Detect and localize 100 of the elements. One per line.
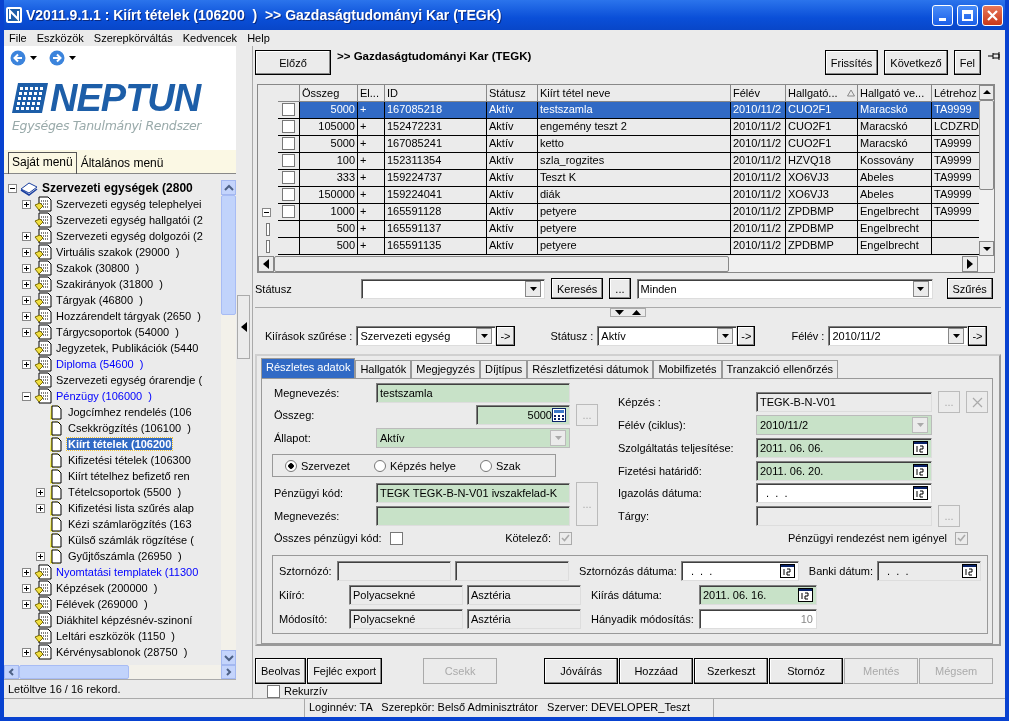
toolbar-button[interactable]: Frissítés: [824, 50, 879, 75]
tree-item[interactable]: Nyomtatási templatek (11300: [55, 566, 200, 578]
tree-item[interactable]: Kérvénysablonok (28750 ): [55, 646, 189, 658]
expand-icon[interactable]: [22, 279, 31, 289]
search-button[interactable]: Keresés: [551, 278, 604, 300]
tree-item[interactable]: Pénzügy (106000 ): [55, 390, 153, 402]
action-button[interactable]: Beolvas: [255, 658, 307, 685]
close-button[interactable]: [982, 4, 1003, 26]
checkbox[interactable]: [282, 205, 295, 219]
toolbar-button[interactable]: Fel: [953, 50, 981, 75]
scrollbar[interactable]: [4, 665, 236, 679]
expand-icon[interactable]: [22, 311, 31, 321]
expand-icon[interactable]: [36, 487, 45, 497]
collapse-icon[interactable]: [262, 207, 271, 217]
dropdown-field[interactable]: [361, 278, 545, 299]
tab[interactable]: Saját menü: [8, 152, 77, 174]
checkbox[interactable]: [282, 188, 295, 202]
tab[interactable]: Részletes adatok: [261, 358, 356, 379]
tree-item[interactable]: Diákhitel képzésnév-szinoní: [55, 614, 194, 626]
expand-icon[interactable]: [36, 503, 45, 513]
checkbox[interactable]: [282, 171, 295, 185]
tree-item[interactable]: Leltári eszközök (1150 ): [55, 630, 177, 642]
forward-button[interactable]: [49, 50, 76, 66]
column-header[interactable]: ID: [385, 84, 487, 102]
radio-button[interactable]: [373, 459, 386, 472]
checkbox[interactable]: [282, 154, 295, 168]
column-header[interactable]: Félév: [731, 84, 786, 102]
tree-item[interactable]: Virtuális szakok (29000 ): [55, 246, 181, 258]
expand-icon[interactable]: [22, 647, 31, 657]
tree-item[interactable]: Szervezeti egység hallgatói (2: [55, 214, 204, 226]
amount-field[interactable]: 5000: [476, 405, 570, 426]
scrollbar-thumb[interactable]: [274, 256, 729, 272]
action-button[interactable]: Hozzáad: [619, 658, 694, 685]
expand-icon[interactable]: [22, 567, 31, 577]
tree-item[interactable]: Szakok (30800 ): [55, 262, 141, 274]
dropdown-field[interactable]: Minden: [636, 278, 933, 299]
tree-item[interactable]: Tételcsoportok (5500 ): [67, 486, 183, 498]
tree-item[interactable]: Tárgycsoportok (54000 ): [55, 326, 180, 338]
tree-item[interactable]: Szervezeti egység dolgozói (2: [55, 230, 204, 242]
input-field[interactable]: 10: [699, 608, 817, 629]
dropdown-field[interactable]: Szervezeti egység: [356, 326, 497, 347]
checkbox[interactable]: [267, 684, 280, 698]
action-button[interactable]: Stornóz: [769, 658, 844, 685]
dropdown-button[interactable]: [912, 280, 929, 297]
action-button[interactable]: Szerkeszt: [694, 658, 769, 685]
apply-button[interactable]: ->: [968, 326, 987, 347]
tree-item[interactable]: Szervezeti egységek (2800: [41, 181, 194, 195]
checkbox[interactable]: [282, 137, 295, 151]
dropdown-field[interactable]: 2010/11/2: [828, 326, 969, 347]
browse-button[interactable]: ...: [609, 278, 631, 300]
tree-item[interactable]: Kézi számlarögzítés (163: [67, 518, 193, 530]
date-field[interactable]: . . .: [680, 560, 799, 581]
minimize-button[interactable]: [932, 4, 953, 26]
column-header[interactable]: El...: [358, 84, 385, 102]
tab[interactable]: Tranzakció ellenőrzés: [721, 360, 839, 379]
tab[interactable]: Hallgatók: [355, 360, 412, 379]
tree-item[interactable]: Csekkrögzítés (106100 ): [67, 422, 192, 434]
dropdown-button[interactable]: [525, 280, 541, 297]
tree-item[interactable]: Jogcímhez rendelés (106: [67, 406, 193, 418]
column-header[interactable]: Hallgató ve...: [858, 84, 932, 102]
tab[interactable]: Megjegyzés: [411, 360, 480, 379]
splitter-handle[interactable]: [610, 307, 646, 317]
expand-icon[interactable]: [22, 263, 31, 273]
tree-item[interactable]: Kiírt tételhez befizető ren: [67, 470, 191, 482]
expand-icon[interactable]: [22, 599, 31, 609]
tree-item[interactable]: Szervezeti egység telephelyei: [55, 198, 203, 210]
menu-item[interactable]: File: [4, 32, 32, 44]
action-button[interactable]: Fejléc export: [307, 658, 383, 685]
tree-item[interactable]: Kifizetési tételek (106300: [67, 454, 192, 466]
collapse-panel-button[interactable]: [237, 295, 250, 359]
scrollbar-thumb[interactable]: [19, 665, 129, 679]
tab[interactable]: Díjtípus: [479, 360, 528, 379]
tab[interactable]: Részletfizetési dátumok: [527, 360, 654, 379]
menu-item[interactable]: Eszközök: [31, 32, 89, 44]
date-field[interactable]: 2011. 06. 16.: [699, 584, 817, 605]
tree-item[interactable]: Kifizetési lista szűrés alap: [67, 502, 195, 514]
tree-item[interactable]: Kiírt tételek (106200: [67, 438, 173, 450]
tree-item[interactable]: Diploma (54600 ): [55, 358, 145, 370]
radio-button[interactable]: [285, 459, 297, 472]
checkbox[interactable]: [389, 531, 403, 545]
column-header[interactable]: Státusz: [487, 84, 538, 102]
checkbox[interactable]: [282, 103, 295, 117]
tree-item[interactable]: Jegyzetek, Publikációk (5440: [55, 342, 200, 354]
tree-item[interactable]: Félévek (269000 ): [55, 598, 149, 610]
filter-button[interactable]: Szűrés: [946, 278, 993, 300]
tree-item[interactable]: Külső számlák rögzítése (: [67, 534, 195, 546]
collapse-icon[interactable]: [22, 391, 31, 401]
previous-button[interactable]: Előző: [255, 50, 331, 75]
column-header[interactable]: Kiírt tétel neve: [538, 84, 731, 102]
apply-button[interactable]: ->: [496, 326, 515, 347]
scrollbar[interactable]: [979, 84, 994, 256]
menu-item[interactable]: Help: [242, 32, 275, 44]
scrollbar[interactable]: [258, 256, 994, 272]
tree-item[interactable]: Szakirányok (31800 ): [55, 278, 164, 290]
action-button[interactable]: Jóváírás: [544, 658, 619, 685]
input-field[interactable]: [376, 505, 570, 526]
tree-item[interactable]: Gyűjtőszámla (26950 ): [67, 550, 183, 562]
tree-item[interactable]: Képzések (200000 ): [55, 582, 159, 594]
maximize-button[interactable]: [957, 4, 978, 26]
expand-icon[interactable]: [22, 247, 31, 257]
